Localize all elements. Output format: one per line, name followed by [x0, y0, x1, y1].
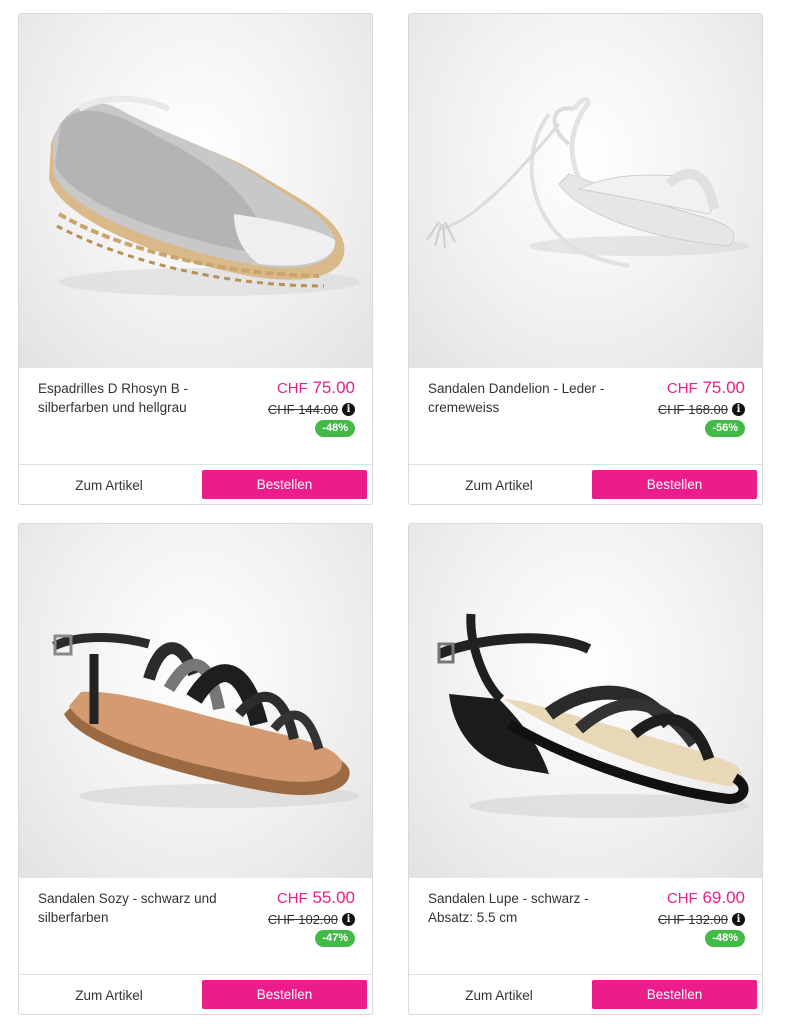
- old-price: CHF 102.00: [267, 912, 338, 927]
- product-card: Sandalen Lupe - schwarz - Absatz: 5.5 cm…: [408, 523, 763, 1015]
- product-image[interactable]: [409, 524, 762, 878]
- details-link[interactable]: Zum Artikel: [409, 975, 589, 1014]
- order-button[interactable]: Bestellen: [592, 470, 757, 499]
- info-icon[interactable]: i: [342, 913, 355, 926]
- sandal-image: [52, 633, 359, 808]
- product-card: Sandalen Dandelion - Leder - cremeweiss …: [408, 13, 763, 505]
- product-image[interactable]: [409, 14, 762, 368]
- details-link[interactable]: Zum Artikel: [19, 465, 199, 504]
- current-price: CHF 69.00: [666, 888, 745, 907]
- old-price: CHF 132.00: [657, 912, 728, 927]
- discount-badge: -56%: [705, 420, 745, 437]
- order-button[interactable]: Bestellen: [202, 980, 367, 1009]
- discount-badge: -48%: [705, 930, 745, 947]
- product-name[interactable]: Espadrilles D Rhosyn B - silberfarben un…: [38, 379, 228, 417]
- current-price: CHF 55.00: [276, 888, 355, 907]
- details-link[interactable]: Zum Artikel: [409, 465, 589, 504]
- old-price: CHF 168.00: [657, 402, 728, 417]
- current-price: CHF 75.00: [276, 378, 355, 397]
- discount-badge: -48%: [315, 420, 355, 437]
- order-button[interactable]: Bestellen: [592, 980, 757, 1009]
- product-card: Sandalen Sozy - schwarz und silberfarben…: [18, 523, 373, 1015]
- product-name[interactable]: Sandalen Lupe - schwarz - Absatz: 5.5 cm: [428, 889, 618, 927]
- product-name[interactable]: Sandalen Sozy - schwarz und silberfarben: [38, 889, 228, 927]
- product-image[interactable]: [19, 524, 372, 878]
- product-image[interactable]: [19, 14, 372, 368]
- discount-badge: -47%: [315, 930, 355, 947]
- info-icon[interactable]: i: [732, 403, 745, 416]
- order-button[interactable]: Bestellen: [202, 470, 367, 499]
- product-card: Espadrilles D Rhosyn B - silberfarben un…: [18, 13, 373, 505]
- wedge-sandal-image: [437, 613, 749, 818]
- details-link[interactable]: Zum Artikel: [19, 975, 199, 1014]
- sandal-image: [426, 97, 749, 268]
- product-name[interactable]: Sandalen Dandelion - Leder - cremeweiss: [428, 379, 618, 417]
- old-price: CHF 144.00: [267, 402, 338, 417]
- current-price: CHF 75.00: [666, 378, 745, 397]
- espadrille-image: [49, 95, 359, 296]
- info-icon[interactable]: i: [732, 913, 745, 926]
- info-icon[interactable]: i: [342, 403, 355, 416]
